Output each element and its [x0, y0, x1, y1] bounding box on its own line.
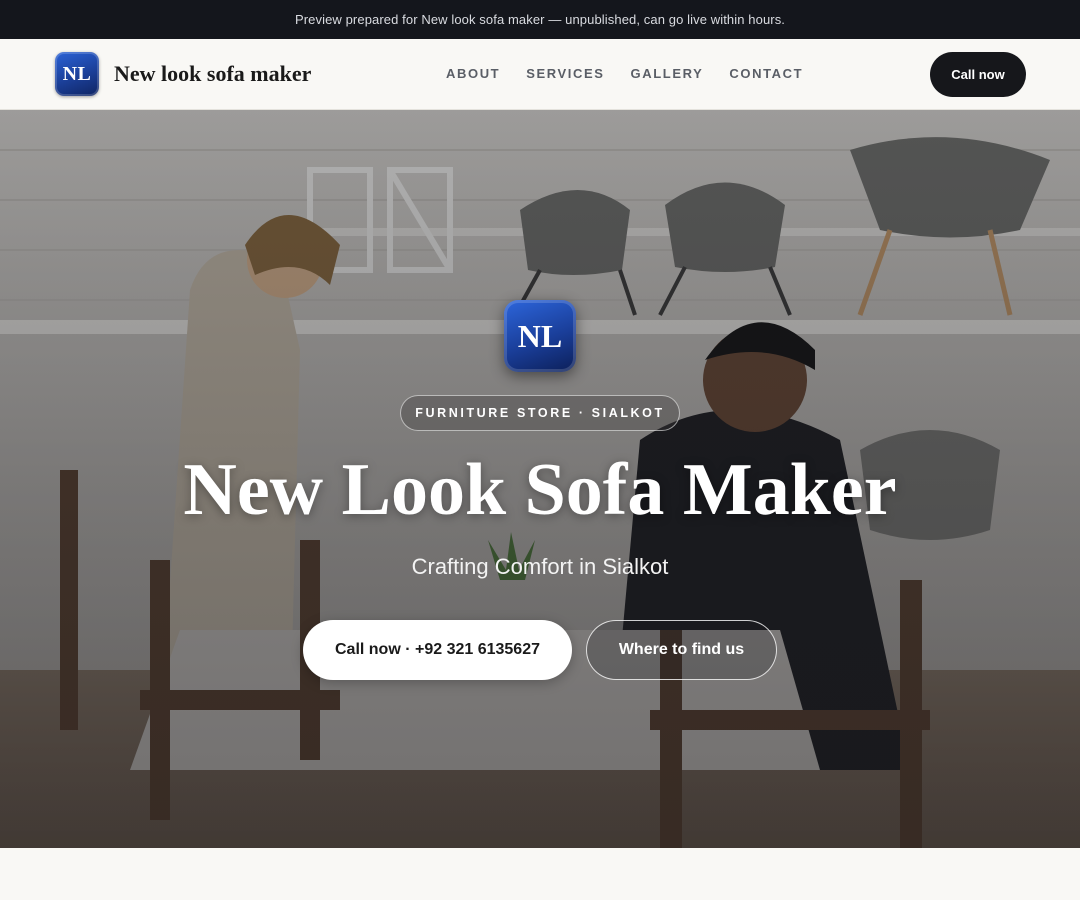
hero-eyebrow-badge: FURNITURE STORE · SIALKOT	[400, 395, 680, 431]
brand-home-link[interactable]: NL New look sofa maker	[55, 52, 311, 96]
hero-section: NL FURNITURE STORE · SIALKOT New Look So…	[0, 110, 1080, 848]
preview-banner-text: Preview prepared for New look sofa maker…	[294, 12, 786, 27]
call-now-button[interactable]: Call now · +92 321 6135627	[303, 620, 572, 680]
hero-title: New Look Sofa Maker	[183, 449, 897, 531]
main-nav: ABOUT SERVICES GALLERY CONTACT	[446, 66, 803, 81]
where-to-find-us-button[interactable]: Where to find us	[586, 620, 777, 680]
nav-item-contact[interactable]: CONTACT	[729, 66, 803, 81]
nav-item-services[interactable]: SERVICES	[526, 66, 604, 81]
brand-name: New look sofa maker	[114, 61, 312, 86]
nav-item-about[interactable]: ABOUT	[446, 66, 500, 81]
brand-logo: NL	[55, 52, 99, 96]
nav-item-gallery[interactable]: GALLERY	[631, 66, 704, 81]
hero-content: NL FURNITURE STORE · SIALKOT New Look So…	[0, 110, 1080, 848]
header-call-button[interactable]: Call now	[930, 52, 1026, 97]
preview-banner: Preview prepared for New look sofa maker…	[0, 0, 1080, 39]
below-hero-section	[0, 848, 1080, 900]
hero-subtitle: Crafting Comfort in Sialkot	[411, 554, 669, 579]
site-header: NL New look sofa maker ABOUT SERVICES GA…	[0, 39, 1080, 110]
hero-logo: NL	[504, 300, 576, 372]
